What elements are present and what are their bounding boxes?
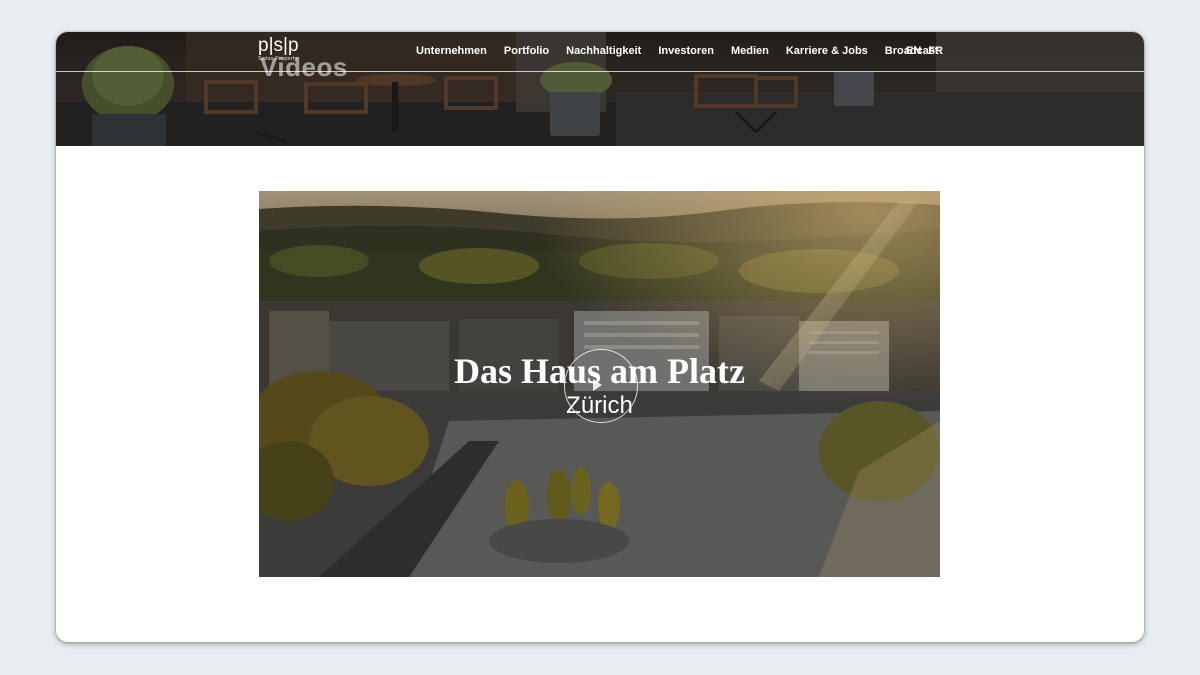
video-title: Das Haus am Platz — [454, 351, 745, 391]
language-en[interactable]: EN — [906, 45, 921, 57]
language-fr[interactable]: FR — [928, 45, 943, 57]
logo-mark: p|s|p — [258, 35, 299, 56]
top-navigation: p|s|p Swiss Property Unternehmen Portfol… — [56, 32, 1144, 72]
browser-window: Videos p|s|p Swiss Property Unternehmen … — [56, 32, 1144, 642]
hero-banner: Videos p|s|p Swiss Property Unternehmen … — [56, 32, 1144, 146]
nav-item-karriere-jobs[interactable]: Karriere & Jobs — [786, 45, 868, 57]
nav-menu: Unternehmen Portfolio Nachhaltigkeit Inv… — [416, 45, 956, 57]
nav-item-unternehmen[interactable]: Unternehmen — [416, 45, 487, 57]
nav-item-investoren[interactable]: Investoren — [658, 45, 714, 57]
language-switcher: EN FR — [906, 45, 950, 57]
psp-logo[interactable]: p|s|p Swiss Property — [258, 36, 299, 62]
nav-item-medien[interactable]: Medien — [731, 45, 769, 57]
nav-item-portfolio[interactable]: Portfolio — [504, 45, 549, 57]
video-player[interactable]: Das Haus am Platz Zürich — [259, 191, 940, 577]
nav-item-nachhaltigkeit[interactable]: Nachhaltigkeit — [566, 45, 641, 57]
logo-subtitle: Swiss Property — [258, 56, 298, 62]
video-subtitle: Zürich — [566, 392, 633, 419]
